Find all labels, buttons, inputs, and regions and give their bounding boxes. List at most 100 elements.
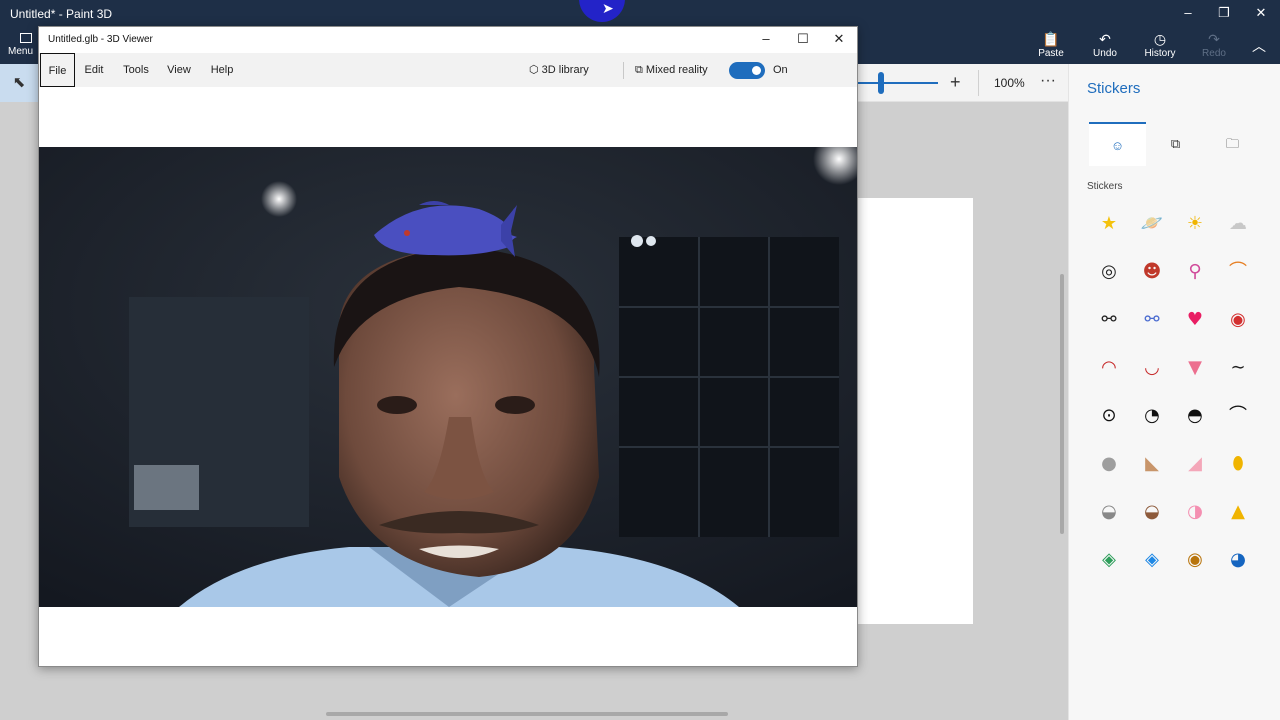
redo-label: Redo: [1202, 48, 1226, 59]
horizontal-scrollbar[interactable]: [326, 712, 728, 716]
undo-button[interactable]: ↶ Undo: [1083, 30, 1127, 59]
tab-stickers-smiley-icon[interactable]: ☺: [1089, 122, 1146, 166]
zoom-percent[interactable]: 100%: [994, 76, 1025, 90]
right-eye: [495, 396, 535, 414]
wall-sign: [134, 465, 199, 510]
sticker-ear-grey-icon[interactable]: ●: [1089, 444, 1129, 484]
sticker-eye-down-icon[interactable]: ◓: [1175, 396, 1215, 436]
sticker-eyeglasses-icon[interactable]: ⚯: [1089, 300, 1129, 340]
sticker-eye-lashes-icon[interactable]: ◕: [1218, 540, 1258, 580]
sticker-open-mouth-icon[interactable]: ◠: [1089, 348, 1129, 388]
mixed-reality-camera-feed[interactable]: [39, 147, 857, 607]
sticker-ear-tan-icon[interactable]: ◣: [1132, 444, 1172, 484]
paste-label: Paste: [1038, 48, 1064, 59]
menu-edit[interactable]: Edit: [81, 53, 107, 87]
sticker-eyebrow-icon[interactable]: ⌒: [1218, 396, 1258, 436]
sticker-eye-round-icon[interactable]: ⊙: [1089, 396, 1129, 436]
mixed-reality-toggle[interactable]: [729, 62, 765, 79]
viewer-window: Untitled.glb - 3D Viewer – ☐ ✕ File Edit…: [38, 26, 858, 667]
zoom-in-plus-icon[interactable]: +: [950, 72, 961, 93]
menu-tools[interactable]: Tools: [120, 53, 152, 87]
sticker-sun-face-icon[interactable]: ☀: [1175, 204, 1215, 244]
sticker-sunglasses-icon[interactable]: ⚯: [1132, 300, 1172, 340]
menu-file[interactable]: File: [40, 53, 75, 87]
library-button[interactable]: ⬡ 3D library: [529, 53, 589, 87]
left-eye: [377, 396, 417, 414]
viewer-minimize-button[interactable]: –: [754, 31, 778, 46]
more-options-icon[interactable]: ···: [1040, 72, 1056, 90]
toggle-state-label: On: [773, 64, 788, 76]
sticker-mustache-icon[interactable]: ∼: [1218, 348, 1258, 388]
sticker-cat-eye-blue-icon[interactable]: ◈: [1132, 540, 1172, 580]
viewer-menubar: File Edit Tools View Help ⬡ 3D library ⧉…: [39, 53, 857, 87]
sticker-robot-face-icon[interactable]: ☻: [1132, 252, 1172, 292]
zoom-slider-thumb[interactable]: [878, 72, 884, 94]
sticker-snout-pink-icon[interactable]: ◑: [1175, 492, 1215, 532]
sticker-tongue-out-icon[interactable]: ▼: [1175, 348, 1215, 388]
history-clock-icon: ◷: [1153, 31, 1167, 47]
redo-icon: ↷: [1208, 31, 1220, 47]
sticker-eye-brown-icon[interactable]: ◉: [1175, 540, 1215, 580]
ceiling-light-1: [261, 181, 297, 217]
paste-button[interactable]: 📋 Paste: [1029, 30, 1073, 59]
toggle-knob: [752, 66, 761, 75]
menu-help[interactable]: Help: [208, 53, 236, 87]
menu-view[interactable]: View: [165, 53, 193, 87]
shelf-frame: [619, 237, 839, 537]
mixed-reality-icon: ⧉: [635, 64, 643, 76]
undo-icon: ↶: [1099, 31, 1111, 47]
toolbar-divider: [978, 70, 979, 96]
camera-scene: [39, 147, 857, 607]
vertical-scrollbar[interactable]: [1060, 274, 1064, 534]
sticker-cloud-icon[interactable]: ☁: [1218, 204, 1258, 244]
menu-label: Menu: [8, 46, 34, 57]
sticker-eye-up-icon[interactable]: ◔: [1132, 396, 1172, 436]
zoom-slider-track[interactable]: [858, 82, 938, 84]
menu-folder-icon: [20, 33, 32, 43]
sticker-rainbow-icon[interactable]: ⌒: [1218, 252, 1258, 292]
sticker-ear-yellow-icon[interactable]: ⬮: [1218, 444, 1258, 484]
viewer-maximize-button[interactable]: ☐: [791, 31, 815, 47]
sticker-planet-icon[interactable]: 🪐: [1132, 204, 1172, 244]
redo-button[interactable]: ↷ Redo: [1192, 30, 1236, 59]
canvas-sheet[interactable]: [857, 198, 973, 624]
sticker-cat-eye-green-icon[interactable]: ◈: [1089, 540, 1129, 580]
clipboard-icon: 📋: [1042, 31, 1060, 47]
sticker-red-lips-icon[interactable]: ◉: [1218, 300, 1258, 340]
sticker-beak-yellow-icon[interactable]: ▲: [1218, 492, 1258, 532]
history-label: History: [1144, 48, 1176, 59]
viewer-titlebar: Untitled.glb - 3D Viewer – ☐ ✕: [39, 27, 857, 53]
collapse-ribbon-chevron-icon[interactable]: ︿: [1252, 36, 1266, 56]
restore-button[interactable]: ❐: [1209, 5, 1239, 21]
stickers-panel: Stickers ☺ ⧉ 🗀 Stickers ★ 🪐 ☀ ☁ ◎ ☻ ⚲ ⌒ ⚯ ⚯ ♥ ◉ ◠ ◡ ▼ ∼…: [1068, 64, 1280, 720]
viewer-title: Untitled.glb - 3D Viewer: [48, 34, 153, 45]
library-label: 3D library: [541, 64, 589, 76]
sticker-tabs: ☺ ⧉ 🗀: [1089, 122, 1261, 166]
tab-texture-icon[interactable]: ⧉: [1147, 122, 1204, 166]
sticker-ear-pink-icon[interactable]: ◢: [1175, 444, 1215, 484]
panel-title: Stickers: [1087, 80, 1141, 97]
paint3d-titlebar: Untitled* - Paint 3D – ❐ ✕: [0, 0, 1280, 28]
viewer-close-button[interactable]: ✕: [827, 31, 851, 47]
minimize-button[interactable]: –: [1173, 5, 1203, 20]
tab-folder-icon[interactable]: 🗀: [1204, 122, 1261, 166]
select-arrow-icon[interactable]: ⬉: [0, 64, 38, 102]
menubar-divider: [623, 62, 624, 79]
sticker-spiral-icon[interactable]: ◎: [1089, 252, 1129, 292]
mixed-reality-label: Mixed reality: [645, 64, 708, 76]
sticker-smile-mouth-icon[interactable]: ◡: [1132, 348, 1172, 388]
close-button[interactable]: ✕: [1246, 5, 1276, 21]
sticker-heart-icon[interactable]: ♥: [1175, 300, 1215, 340]
undo-label: Undo: [1093, 48, 1117, 59]
ceiling-light-4: [646, 236, 656, 246]
app-title: Untitled* - Paint 3D: [10, 7, 113, 21]
sticker-lollipop-icon[interactable]: ⚲: [1175, 252, 1215, 292]
ceiling-light-3: [631, 235, 643, 247]
sticker-snout-brown-icon[interactable]: ◒: [1132, 492, 1172, 532]
sticker-star-face-icon[interactable]: ★: [1089, 204, 1129, 244]
mouse-cursor-icon: ➤: [602, 0, 614, 16]
sticker-snout-grey-icon[interactable]: ◒: [1089, 492, 1129, 532]
history-button[interactable]: ◷ History: [1138, 30, 1182, 59]
stickers-section-label: Stickers: [1087, 181, 1123, 192]
mixed-reality-button[interactable]: ⧉ Mixed reality: [635, 53, 708, 87]
